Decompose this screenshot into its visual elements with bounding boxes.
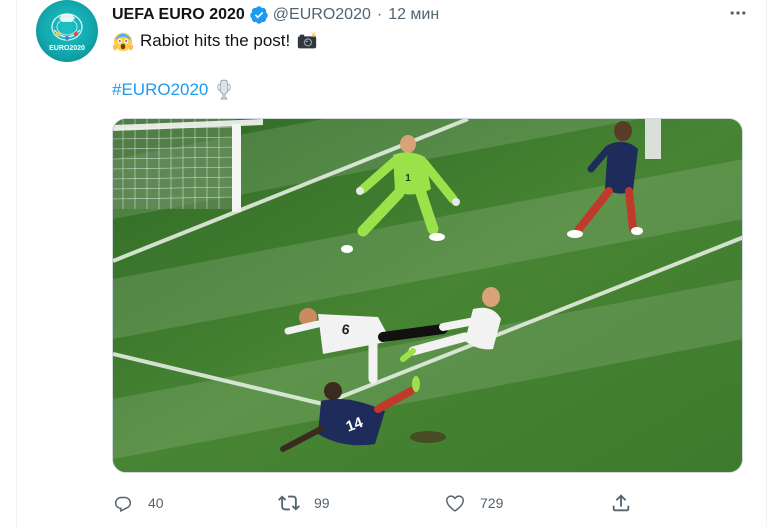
tweet-action-bar: 40 99 729 bbox=[112, 488, 672, 518]
avatar[interactable]: EURO2020 bbox=[36, 0, 98, 62]
trophy-emoji-icon bbox=[216, 79, 232, 101]
tweet-text-content: Rabiot hits the post! bbox=[140, 31, 291, 50]
reply-count: 40 bbox=[148, 495, 164, 511]
turf-divot bbox=[410, 431, 446, 443]
timestamp[interactable]: 12 мин bbox=[388, 6, 439, 24]
timeline-border-right bbox=[766, 0, 767, 527]
like-count: 729 bbox=[480, 495, 504, 511]
share-icon bbox=[612, 494, 630, 512]
reply-button[interactable]: 40 bbox=[112, 488, 164, 518]
retweet-icon bbox=[278, 495, 300, 511]
separator-dot: · bbox=[376, 6, 383, 23]
retweet-button[interactable]: 99 bbox=[278, 488, 330, 518]
timeline-border-left bbox=[16, 0, 17, 527]
reply-icon bbox=[114, 496, 132, 513]
goal-post bbox=[232, 124, 241, 212]
heart-icon bbox=[446, 495, 464, 512]
tweet-card[interactable]: EURO2020 UEFA EURO 2020 @EURO2020 · 12 м… bbox=[0, 0, 775, 527]
euro2020-logo-icon: EURO2020 bbox=[49, 13, 85, 52]
goal-net bbox=[113, 119, 236, 209]
like-button[interactable]: 729 bbox=[444, 488, 503, 518]
tweet-header: UEFA EURO 2020 @EURO2020 · 12 мин bbox=[112, 4, 439, 26]
verified-badge-icon bbox=[249, 5, 269, 25]
display-name[interactable]: UEFA EURO 2020 bbox=[112, 6, 245, 24]
football-photo: 1 6 14 bbox=[113, 119, 742, 472]
tweet-media-image[interactable]: 1 6 14 bbox=[112, 118, 743, 473]
camera-flash-emoji-icon bbox=[296, 30, 318, 52]
handle[interactable]: @EURO2020 bbox=[273, 6, 371, 24]
share-button[interactable] bbox=[610, 488, 632, 518]
tweet-text: Rabiot hits the post! bbox=[112, 30, 318, 52]
retweet-count: 99 bbox=[314, 495, 330, 511]
hashtag-link[interactable]: #EURO2020 bbox=[112, 80, 208, 100]
avatar-label: EURO2020 bbox=[49, 45, 85, 52]
svg-text:1: 1 bbox=[405, 173, 411, 184]
hashtag-line: #EURO2020 bbox=[112, 79, 232, 101]
screaming-face-emoji-icon bbox=[112, 30, 134, 52]
more-icon[interactable] bbox=[721, 2, 755, 24]
